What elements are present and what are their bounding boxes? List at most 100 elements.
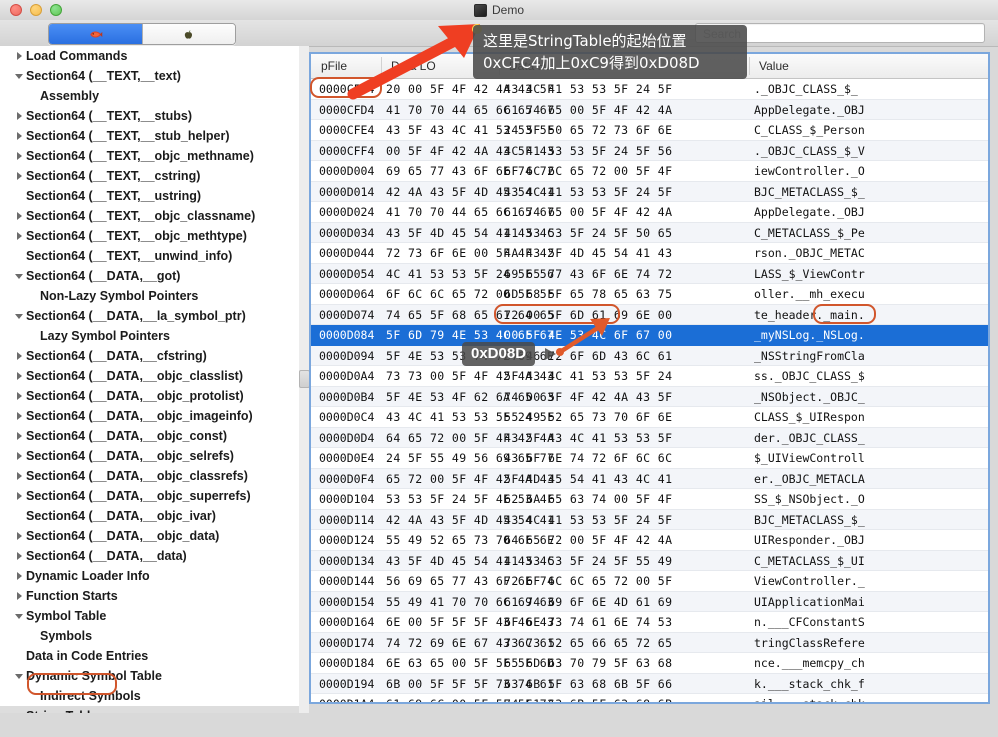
table-row[interactable]: 0000D094 5F 4E 53 53 74 72 69 6E 67 46 72 … bbox=[311, 345, 988, 366]
chevron-right-icon[interactable] bbox=[12, 172, 26, 180]
sidebar-item-section64-text-stub-helper[interactable]: Section64 (__TEXT,__stub_helper) bbox=[0, 126, 299, 146]
sidebar-item-section64-data-cfstring[interactable]: Section64 (__DATA,__cfstring) bbox=[0, 346, 299, 366]
chevron-right-icon[interactable] bbox=[12, 392, 26, 400]
table-row[interactable]: 0000D0E4 24 5F 55 49 56 69 65 77 43 6F 6E … bbox=[311, 448, 988, 469]
chevron-right-icon[interactable] bbox=[12, 572, 26, 580]
segment-fish[interactable] bbox=[49, 24, 142, 44]
table-row[interactable]: 0000D0C4 43 4C 41 53 53 5F 24 5F 55 49 52 … bbox=[311, 407, 988, 428]
segment-apple[interactable] bbox=[141, 24, 235, 44]
chevron-right-icon[interactable] bbox=[12, 372, 26, 380]
table-row[interactable]: 0000D0D4 64 65 72 00 5F 4F 42 4A 43 5F 43 … bbox=[311, 427, 988, 448]
sidebar-item-section64-text-objc-methtype[interactable]: Section64 (__TEXT,__objc_methtype) bbox=[0, 226, 299, 246]
sidebar-item-function-starts[interactable]: Function Starts bbox=[0, 586, 299, 606]
table-row[interactable]: 0000D084 5F 6D 79 4E 53 4C 6F 67 00 5F 4E … bbox=[311, 325, 988, 346]
sidebar-item-dynamic-symbol-table[interactable]: Dynamic Symbol Table bbox=[0, 666, 299, 686]
sidebar-item-section64-text-objc-classname[interactable]: Section64 (__TEXT,__objc_classname) bbox=[0, 206, 299, 226]
table-row[interactable]: 0000D1A4 61 69 6C 00 5F 5F 5F 73 74 61 63 … bbox=[311, 694, 988, 702]
sidebar-item-section64-data-objc-classrefs[interactable]: Section64 (__DATA,__objc_classrefs) bbox=[0, 466, 299, 486]
chevron-right-icon[interactable] bbox=[12, 212, 26, 220]
chevron-right-icon[interactable] bbox=[12, 592, 26, 600]
sidebar-item-assembly[interactable]: Assembly bbox=[0, 86, 299, 106]
table-row[interactable]: 0000CFD4 41 70 70 44 65 6C 65 67 61 74 65 … bbox=[311, 99, 988, 120]
table-row[interactable]: 0000D104 53 53 5F 24 5F 4E 53 4F 62 6A 65 … bbox=[311, 489, 988, 510]
chevron-right-icon[interactable] bbox=[12, 532, 26, 540]
sidebar-item-section64-data-got[interactable]: Section64 (__DATA,__got) bbox=[0, 266, 299, 286]
table-row[interactable]: 0000D024 41 70 70 44 65 6C 65 67 61 74 65 … bbox=[311, 202, 988, 223]
sidebar-item-symbol-table[interactable]: Symbol Table bbox=[0, 606, 299, 626]
sidebar-item-section64-data-objc-superrefs[interactable]: Section64 (__DATA,__objc_superrefs) bbox=[0, 486, 299, 506]
table-row[interactable]: 0000D184 6E 63 65 00 5F 5F 5F 6D 65 6D 63 … bbox=[311, 653, 988, 674]
table-row[interactable]: 0000D134 43 5F 4D 45 54 41 43 4C 41 53 53 … bbox=[311, 550, 988, 571]
table-row[interactable]: 0000D144 56 69 65 77 43 6F 6E 74 72 6F 6C … bbox=[311, 571, 988, 592]
table-row[interactable]: 0000D154 55 49 41 70 70 6C 69 63 61 74 69 … bbox=[311, 591, 988, 612]
table-row[interactable]: 0000D0B4 5F 4E 53 4F 62 6A 65 63 74 00 5F … bbox=[311, 386, 988, 407]
table-row[interactable]: 0000CFE4 43 5F 43 4C 41 53 53 5F 24 5F 50 … bbox=[311, 120, 988, 141]
chevron-right-icon[interactable] bbox=[12, 432, 26, 440]
table-row[interactable]: 0000D064 6F 6C 6C 65 72 00 5F 5F 6D 68 5F … bbox=[311, 284, 988, 305]
sidebar-item-symbols[interactable]: Symbols bbox=[0, 626, 299, 646]
table-row[interactable]: 0000D054 4C 41 53 53 5F 24 5F 56 69 65 77 … bbox=[311, 263, 988, 284]
chevron-down-icon[interactable] bbox=[12, 613, 26, 620]
table-row[interactable]: 0000D034 43 5F 4D 45 54 41 43 4C 41 53 53 … bbox=[311, 222, 988, 243]
search-input[interactable]: Search bbox=[695, 23, 985, 43]
col-header-pfile[interactable]: pFile bbox=[321, 59, 347, 73]
col-header-data-lo[interactable]: Data LO bbox=[391, 59, 436, 73]
table-row[interactable]: 0000D044 72 73 6F 6E 00 5F 4F 42 4A 43 5F … bbox=[311, 243, 988, 264]
chevron-right-icon[interactable] bbox=[12, 132, 26, 140]
table-row[interactable]: 0000D0F4 65 72 00 5F 4F 42 4A 43 5F 4D 45 … bbox=[311, 468, 988, 489]
sidebar-item-lazy-symbol-pointers[interactable]: Lazy Symbol Pointers bbox=[0, 326, 299, 346]
chevron-right-icon[interactable] bbox=[12, 352, 26, 360]
chevron-right-icon[interactable] bbox=[12, 472, 26, 480]
sidebar-item-indirect-symbols[interactable]: Indirect Symbols bbox=[0, 686, 299, 706]
table-row[interactable]: 0000D014 42 4A 43 5F 4D 45 54 41 43 4C 41 … bbox=[311, 181, 988, 202]
sidebar-item-section64-text-ustring[interactable]: Section64 (__TEXT,__ustring) bbox=[0, 186, 299, 206]
sidebar-item-section64-text-cstring[interactable]: Section64 (__TEXT,__cstring) bbox=[0, 166, 299, 186]
table-row[interactable]: 0000D124 55 49 52 65 73 70 6F 6E 64 65 72 … bbox=[311, 530, 988, 551]
chevron-right-icon[interactable] bbox=[12, 52, 26, 60]
chevron-right-icon[interactable] bbox=[12, 552, 26, 560]
sidebar-item-section64-text-text[interactable]: Section64 (__TEXT,__text) bbox=[0, 66, 299, 86]
table-row[interactable]: 0000D194 6B 00 5F 5F 5F 73 74 61 63 6B 5F … bbox=[311, 673, 988, 694]
sidebar-item-section64-data-la-symbol-ptr[interactable]: Section64 (__DATA,__la_symbol_ptr) bbox=[0, 306, 299, 326]
hex-table[interactable]: pFile Data LO Data Hi Value 0000CFC4 20 0… bbox=[309, 52, 990, 704]
col-header-data-hi[interactable]: Data Hi bbox=[509, 59, 549, 73]
chevron-right-icon[interactable] bbox=[12, 112, 26, 120]
hex-table-body[interactable]: 0000CFC4 20 00 5F 4F 42 4A 43 5F 43 4C 41 … bbox=[311, 79, 988, 702]
table-row[interactable]: 0000D074 74 65 5F 68 65 61 64 65 72 00 5F … bbox=[311, 304, 988, 325]
chevron-down-icon[interactable] bbox=[12, 73, 26, 80]
chevron-right-icon[interactable] bbox=[12, 452, 26, 460]
col-header-value[interactable]: Value bbox=[759, 59, 789, 73]
sidebar-item-load-commands[interactable]: Load Commands bbox=[0, 46, 299, 66]
chevron-down-icon[interactable] bbox=[12, 673, 26, 680]
sidebar-item-section64-data-data[interactable]: Section64 (__DATA,__data) bbox=[0, 546, 299, 566]
chevron-right-icon[interactable] bbox=[12, 152, 26, 160]
sidebar-item-section64-data-objc-classlist[interactable]: Section64 (__DATA,__objc_classlist) bbox=[0, 366, 299, 386]
chevron-down-icon[interactable] bbox=[12, 273, 26, 280]
sidebar-item-section64-data-objc-const[interactable]: Section64 (__DATA,__objc_const) bbox=[0, 426, 299, 446]
sidebar-item-section64-text-stubs[interactable]: Section64 (__TEXT,__stubs) bbox=[0, 106, 299, 126]
sidebar-item-data-in-code-entries[interactable]: Data in Code Entries bbox=[0, 646, 299, 666]
table-row[interactable]: 0000CFC4 20 00 5F 4F 42 4A 43 5F 43 4C 41 … bbox=[311, 79, 988, 100]
table-row[interactable]: 0000D174 74 72 69 6E 67 43 6C 61 73 73 52 … bbox=[311, 632, 988, 653]
sidebar-item-string-table[interactable]: String Table bbox=[0, 706, 299, 713]
sidebar-item-section64-data-objc-imageinfo[interactable]: Section64 (__DATA,__objc_imageinfo) bbox=[0, 406, 299, 426]
sidebar-item-section64-text-unwind-info[interactable]: Section64 (__TEXT,__unwind_info) bbox=[0, 246, 299, 266]
sidebar-item-section64-data-objc-ivar[interactable]: Section64 (__DATA,__objc_ivar) bbox=[0, 506, 299, 526]
table-row[interactable]: 0000D114 42 4A 43 5F 4D 45 54 41 43 4C 41 … bbox=[311, 509, 988, 530]
table-row[interactable]: 0000D004 69 65 77 43 6F 6E 74 72 6F 6C 6C … bbox=[311, 161, 988, 182]
table-row[interactable]: 0000CFF4 00 5F 4F 42 4A 43 5F 43 4C 41 53 … bbox=[311, 140, 988, 161]
view-mode-segmented-control[interactable] bbox=[48, 23, 236, 45]
table-row[interactable]: 0000D0A4 73 73 00 5F 4F 42 4A 43 5F 43 4C … bbox=[311, 366, 988, 387]
table-row[interactable]: 0000D164 6E 00 5F 5F 5F 43 46 43 6F 6E 73 … bbox=[311, 612, 988, 633]
sidebar-item-section64-data-objc-selrefs[interactable]: Section64 (__DATA,__objc_selrefs) bbox=[0, 446, 299, 466]
chevron-right-icon[interactable] bbox=[12, 412, 26, 420]
sidebar-item-dynamic-loader-info[interactable]: Dynamic Loader Info bbox=[0, 566, 299, 586]
chevron-down-icon[interactable] bbox=[12, 313, 26, 320]
chevron-right-icon[interactable] bbox=[12, 492, 26, 500]
sidebar-tree[interactable]: Load Commands Section64 (__TEXT,__text) As… bbox=[0, 46, 300, 713]
chevron-right-icon[interactable] bbox=[12, 232, 26, 240]
sidebar-item-non-lazy-symbol-pointers[interactable]: Non-Lazy Symbol Pointers bbox=[0, 286, 299, 306]
sidebar-item-section64-text-objc-methname[interactable]: Section64 (__TEXT,__objc_methname) bbox=[0, 146, 299, 166]
sidebar-item-section64-data-objc-data[interactable]: Section64 (__DATA,__objc_data) bbox=[0, 526, 299, 546]
sidebar-item-section64-data-objc-protolist[interactable]: Section64 (__DATA,__objc_protolist) bbox=[0, 386, 299, 406]
